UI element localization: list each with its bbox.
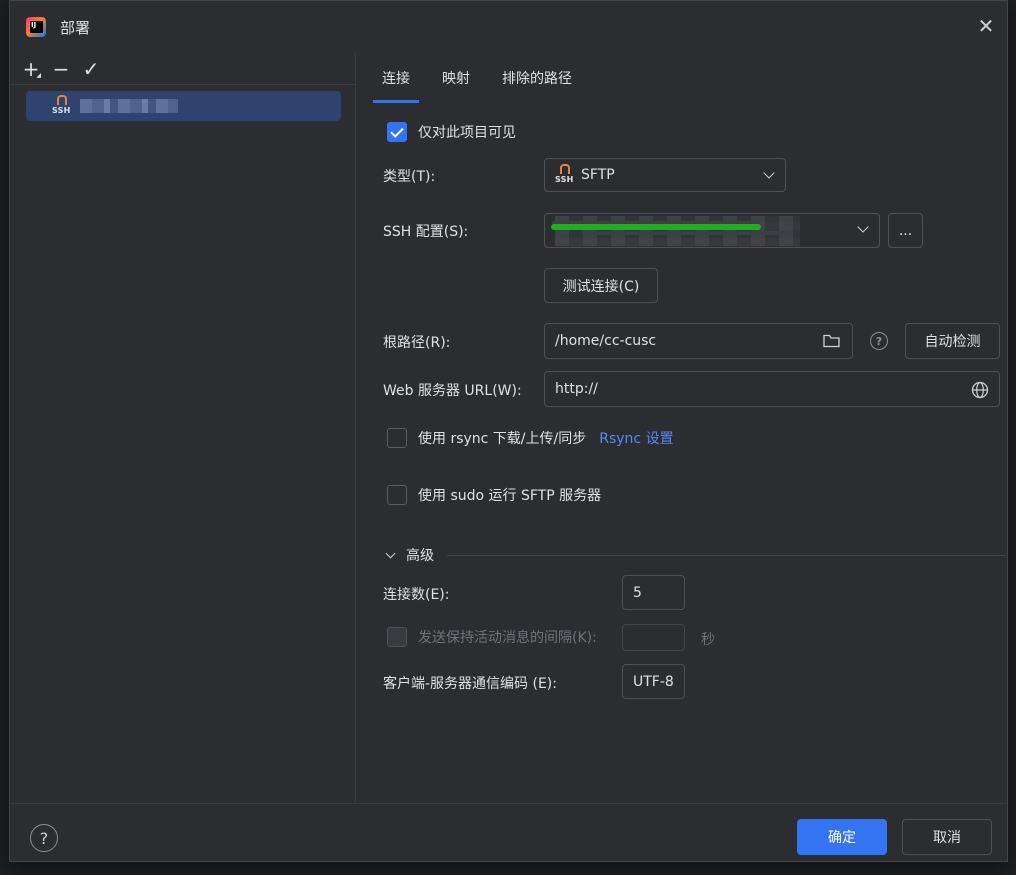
rsync-settings-link[interactable]: Rsync 设置 [599,428,673,448]
ssh-config-select[interactable] [544,213,880,248]
encoding-label-row: 客户端-服务器通信编码 (E): [383,673,557,693]
checkmark-icon: ✓ [82,56,100,81]
keepalive-unit: 秒 [701,632,715,648]
web-url-label: Web 服务器 URL(W): [383,383,522,399]
root-path-input[interactable]: /home/cc-cusc [544,323,853,359]
chevron-down-icon [857,221,869,233]
dialog-title: 部署 [60,19,91,37]
chevron-down-icon [763,167,775,179]
server-list-toolbar: + ◢ − ✓ [10,53,355,85]
close-icon[interactable]: ✕ [975,16,997,38]
connections-label-row: 连接数(E): [383,584,450,604]
web-url-value: http:// [555,381,598,397]
keepalive-row: 发送保持活动消息的间隔(K): [387,627,597,647]
sudo-label: 使用 sudo 运行 SFTP 服务器 [418,488,602,504]
keepalive-checkbox [387,627,407,647]
root-path-label-row: 根路径(R): [383,332,450,352]
cancel-button[interactable]: 取消 [902,819,992,855]
help-icon[interactable]: ? [870,332,888,350]
visible-only-project-label: 仅对此项目可见 [418,125,516,141]
advanced-divider [447,555,1005,556]
background-editor-edge [1008,100,1016,820]
advanced-header-label: 高级 [406,548,434,564]
connections-value: 5 [633,584,642,601]
encoding-input[interactable]: UTF-8 [622,664,685,699]
keepalive-input [622,624,685,651]
advanced-section-header[interactable]: 高级 [385,545,434,565]
ssh-config-redaction-mark [551,224,761,230]
root-path-value: /home/cc-cusc [555,333,657,349]
sudo-row: 使用 sudo 运行 SFTP 服务器 [387,485,601,505]
server-settings-panel: 连接 映射 排除的路径 仅对此项目可见 类型(T): SSH SFTP SSH … [357,53,1008,803]
tab-excluded-paths[interactable]: 排除的路径 [486,53,588,103]
deployment-dialog: 部署 ✕ + ◢ − ✓ SSH 连接 映射 [9,0,1008,862]
connections-label: 连接数(E): [383,587,450,603]
type-select[interactable]: SSH SFTP [544,158,786,192]
type-label-row: 类型(T): [383,166,435,186]
ssh-server-icon: SSH [52,95,74,117]
help-button[interactable]: ? [30,824,58,852]
keepalive-label: 发送保持活动消息的间隔(K): [418,630,597,646]
minus-icon: − [52,56,70,81]
set-default-button[interactable]: ✓ [76,55,106,83]
visible-only-project-row: 仅对此项目可见 [387,122,516,142]
web-url-input[interactable]: http:// [544,371,1000,407]
web-url-label-row: Web 服务器 URL(W): [383,380,522,400]
folder-icon[interactable] [823,334,840,348]
type-value: SFTP [581,167,615,183]
sudo-checkbox[interactable] [387,485,407,505]
ssh-config-redacted [555,216,800,246]
rsync-label: 使用 rsync 下载/上传/同步 [418,431,587,447]
encoding-label: 客户端-服务器通信编码 (E): [383,676,557,692]
ssh-config-label: SSH 配置(S): [383,224,469,240]
chevron-down-icon [385,548,396,558]
rsync-row: 使用 rsync 下载/上传/同步 Rsync 设置 [387,428,674,448]
globe-icon[interactable] [971,381,989,399]
ssh-config-label-row: SSH 配置(S): [383,221,468,241]
dialog-footer: ? 确定 取消 [10,803,1007,863]
test-connection-button[interactable]: 测试连接(C) [544,268,658,303]
ssh-config-more-button[interactable]: ... [888,213,923,248]
intellij-app-icon [26,17,46,37]
add-server-button[interactable]: + ◢ [16,55,46,83]
server-list-item[interactable]: SSH [26,91,341,121]
server-list-panel: + ◢ − ✓ SSH [10,53,356,803]
settings-tabs: 连接 映射 排除的路径 [357,53,588,103]
rsync-checkbox[interactable] [387,428,407,448]
type-label: 类型(T): [383,169,436,185]
server-name-redacted [80,99,178,113]
remove-server-button[interactable]: − [46,55,76,83]
keepalive-unit-row: 秒 [701,629,715,649]
tab-connection[interactable]: 连接 [357,53,426,103]
title-bar: 部署 ✕ [10,1,1007,53]
tab-mappings[interactable]: 映射 [426,53,486,103]
ssh-type-icon: SSH [555,164,577,186]
connections-input[interactable]: 5 [622,575,685,610]
ok-button[interactable]: 确定 [797,819,887,855]
visible-only-project-checkbox[interactable] [387,122,407,142]
root-path-label: 根路径(R): [383,335,451,351]
dropdown-indicator-icon: ◢ [36,71,41,79]
encoding-value: UTF-8 [633,673,674,690]
autodetect-button[interactable]: 自动检测 [905,323,1000,359]
